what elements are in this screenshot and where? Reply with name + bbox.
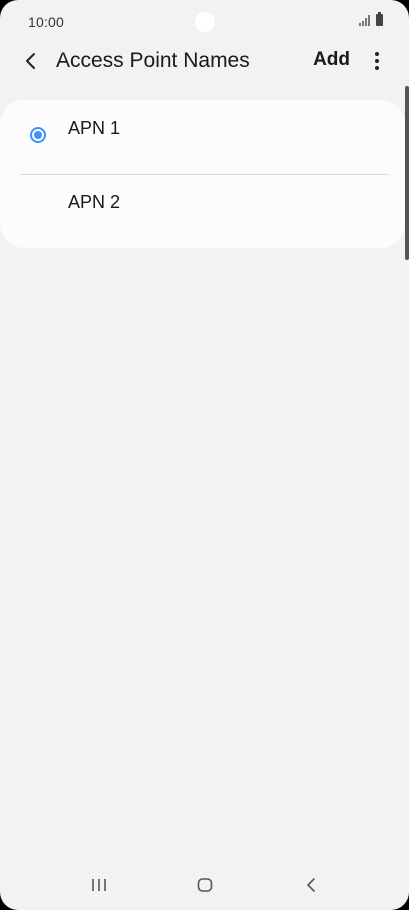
recent-apps-icon <box>92 879 106 891</box>
radio-selected-icon[interactable] <box>30 127 46 143</box>
page-title: Access Point Names <box>56 49 250 72</box>
status-icons <box>359 12 383 26</box>
status-bar: 10:00 <box>0 0 409 44</box>
phone-screen: 10:00 Access Point Names Add APN 1 APN 2 <box>0 0 409 910</box>
scrollbar[interactable] <box>405 86 409 260</box>
apn-label: APN 2 <box>68 192 121 212</box>
apn-label: APN 1 <box>68 118 121 138</box>
apn-list-item[interactable]: APN 2 <box>0 174 405 248</box>
home-icon <box>197 878 213 892</box>
apn-list-item[interactable]: APN 1 <box>0 100 405 174</box>
battery-icon <box>376 12 383 26</box>
home-button[interactable] <box>194 874 216 896</box>
more-options-button[interactable] <box>365 49 389 73</box>
more-vertical-icon <box>375 52 379 70</box>
add-button[interactable]: Add <box>313 49 350 71</box>
chevron-left-icon <box>26 53 35 69</box>
status-time: 10:00 <box>28 14 65 30</box>
signal-icon <box>359 15 370 26</box>
back-arrow-icon <box>307 878 315 892</box>
recent-apps-button[interactable] <box>88 874 110 896</box>
nav-back-button[interactable] <box>300 874 322 896</box>
back-button[interactable] <box>18 48 44 74</box>
navigation-bar <box>0 862 409 910</box>
camera-cutout <box>195 12 215 32</box>
apn-list: APN 1 APN 2 <box>0 100 405 248</box>
app-bar: Access Point Names Add <box>0 40 409 82</box>
